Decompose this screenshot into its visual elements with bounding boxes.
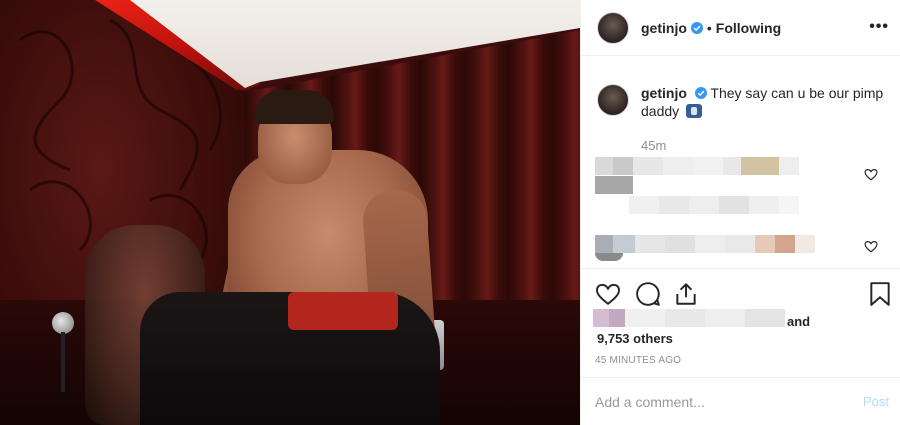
- caption-avatar[interactable]: [597, 84, 629, 116]
- liked-by-blurred: [593, 309, 785, 327]
- blurred-comment: [595, 157, 799, 175]
- bookmark-icon[interactable]: [867, 281, 893, 307]
- avatar[interactable]: [597, 11, 629, 44]
- heart-icon[interactable]: [595, 281, 621, 307]
- comment-bar: Post: [581, 377, 900, 425]
- caption-timestamp[interactable]: 45m: [641, 138, 666, 153]
- instagram-post-modal: getinjo • Following ••• getinjo They say…: [0, 0, 900, 425]
- blurred-comment: [595, 235, 815, 253]
- caption: getinjo They say can u be our pimp daddy: [597, 84, 887, 120]
- share-icon[interactable]: [673, 281, 699, 307]
- mobile-phone-emoji-icon: [686, 104, 703, 118]
- blurred-comment: [629, 196, 799, 214]
- post-timestamp[interactable]: 45 MINUTES AGO: [595, 355, 681, 366]
- comment-input[interactable]: [595, 390, 835, 414]
- post-photo[interactable]: [0, 0, 580, 425]
- microphone: [52, 312, 74, 334]
- following-button[interactable]: Following: [716, 20, 781, 36]
- verified-badge-icon: [694, 87, 707, 99]
- post-comment-button[interactable]: Post: [863, 394, 889, 409]
- comment-like-heart-icon[interactable]: [864, 168, 878, 181]
- header-username[interactable]: getinjo: [641, 20, 687, 36]
- likes-and: and: [787, 314, 811, 329]
- post-header: getinjo • Following •••: [581, 0, 900, 56]
- follow-separator: •: [706, 19, 712, 36]
- likes-count[interactable]: 9,753 others: [597, 331, 673, 346]
- more-options-icon[interactable]: •••: [869, 18, 889, 36]
- post-sidebar: getinjo • Following ••• getinjo They say…: [580, 0, 900, 425]
- blurred-comment-line: [595, 176, 633, 194]
- comment-icon[interactable]: [635, 281, 661, 307]
- comment-like-heart-icon[interactable]: [864, 240, 878, 253]
- caption-text-block: getinjo They say can u be our pimp daddy: [641, 84, 887, 120]
- caption-username[interactable]: getinjo: [641, 85, 687, 101]
- verified-badge-icon: [690, 21, 703, 34]
